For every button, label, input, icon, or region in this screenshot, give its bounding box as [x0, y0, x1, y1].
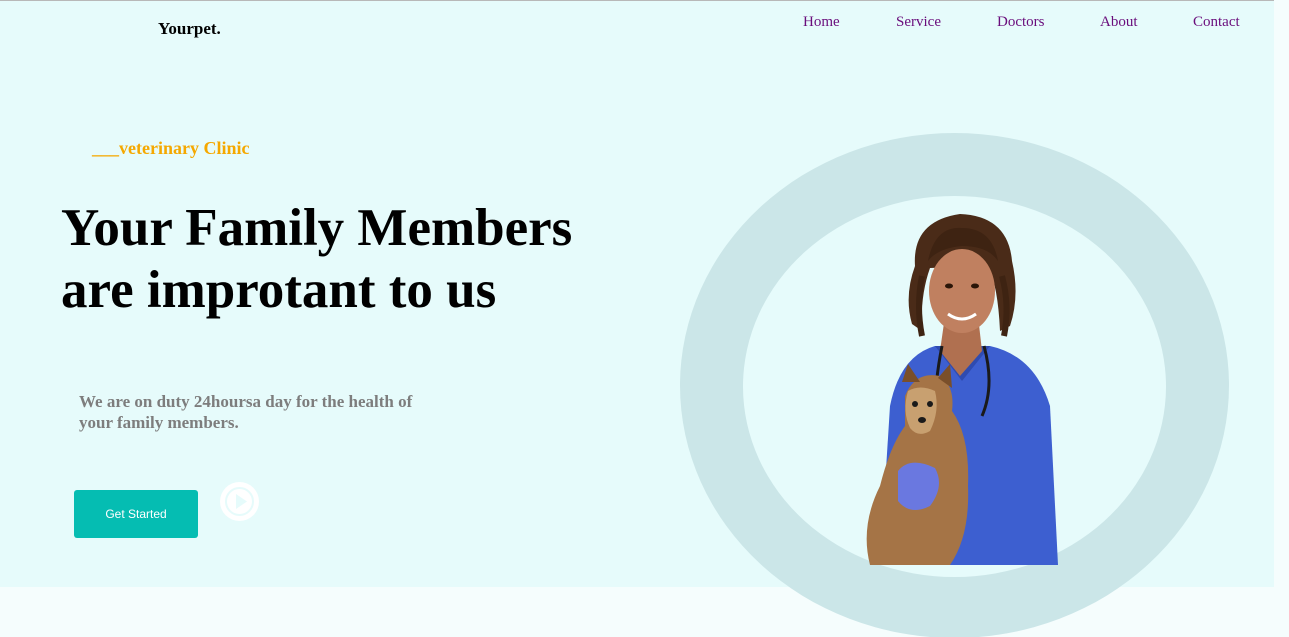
vet-with-dog-image — [866, 214, 1058, 565]
main-nav: Home Service Doctors About Contact — [0, 14, 1274, 36]
nav-home[interactable]: Home — [803, 14, 840, 31]
hero-headline: Your Family Members are improtant to us — [61, 197, 661, 321]
nav-service[interactable]: Service — [896, 14, 941, 31]
page: Yourpet. Home Service Doctors About Cont… — [0, 0, 1274, 637]
play-video-button[interactable] — [220, 482, 259, 521]
hero-description: We are on duty 24hoursa day for the heal… — [79, 392, 413, 432]
nav-doctors[interactable]: Doctors — [997, 14, 1045, 31]
hero-headline-line-1: Your Family Members — [61, 199, 573, 257]
nav-contact[interactable]: Contact — [1193, 14, 1240, 31]
hero-tagline: ___veterinary Clinic — [92, 138, 250, 158]
hero-headline-line-2: are improtant to us — [61, 261, 497, 319]
play-icon — [225, 487, 254, 516]
get-started-button[interactable]: Get Started — [74, 490, 198, 538]
nav-about[interactable]: About — [1100, 14, 1138, 31]
